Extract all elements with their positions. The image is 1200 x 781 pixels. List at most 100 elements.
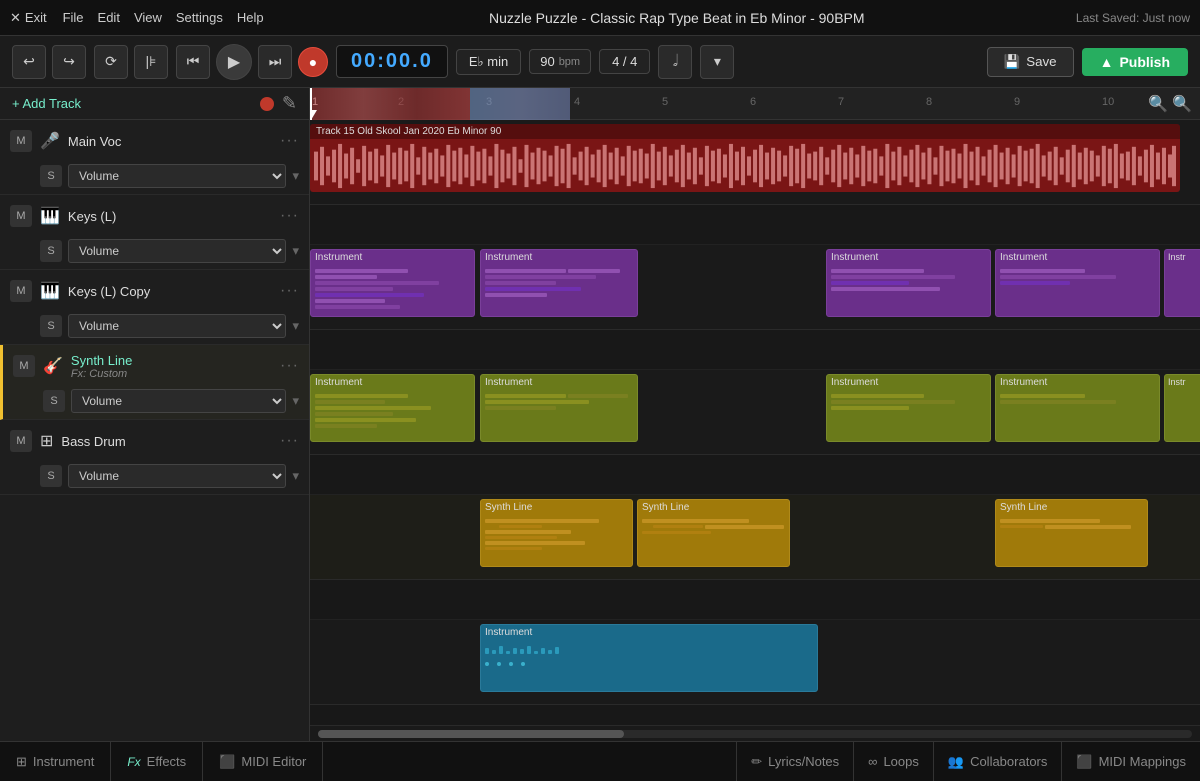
tab-loops[interactable]: ∞ Loops <box>853 742 933 781</box>
undo-redo-group: ↩ ↪ <box>12 45 86 79</box>
track-more-synth-line[interactable]: ··· <box>280 357 299 375</box>
scrollbar-area <box>310 725 1200 741</box>
clip-synth-2[interactable]: Synth Line <box>637 499 790 567</box>
h-scrollbar[interactable] <box>318 730 1192 738</box>
record-button[interactable]: ● <box>298 47 328 77</box>
track-lanes: Track 15 Old Skool Jan 2020 Eb Minor 90 <box>310 120 1200 725</box>
fast-forward-button[interactable]: ⏭ <box>258 45 292 79</box>
clip-keys-copy-5[interactable]: Instr <box>1164 374 1200 442</box>
menu-view[interactable]: View <box>134 10 162 25</box>
undo-button[interactable]: ↩ <box>12 45 46 79</box>
metronome-button[interactable]: |⊧ <box>134 45 168 79</box>
effects-fx-icon: Fx <box>127 755 140 769</box>
redo-button[interactable]: ↪ <box>52 45 86 79</box>
track-header-main-voc: M 🎤 Main Voc ··· <box>0 120 309 162</box>
ruler-mark-5: 5 <box>662 96 668 108</box>
clip-synth-3[interactable]: Synth Line <box>995 499 1148 567</box>
bottom-bar: ⊞ Instrument Fx Effects ⬛ MIDI Editor ✏ … <box>0 741 1200 781</box>
volume-synth-line[interactable]: Volume <box>71 389 286 413</box>
metronome2-button[interactable]: 𝅗𝅥 <box>658 45 692 79</box>
menu-help[interactable]: Help <box>237 10 264 25</box>
lane-synth-line[interactable]: Synth Line Synth Line <box>310 495 1200 580</box>
solo-synth-line[interactable]: S <box>43 390 65 412</box>
volume-keys-l[interactable]: Volume <box>68 239 286 263</box>
edit-mode-button[interactable]: ✎ <box>282 93 297 114</box>
tab-collaborators[interactable]: 👥 Collaborators <box>933 742 1062 781</box>
lane-bass-drum[interactable]: Instrument <box>310 620 1200 705</box>
exit-button[interactable]: ✕ Exit <box>10 10 47 26</box>
mute-synth-line[interactable]: M <box>13 355 35 377</box>
clip-keys-l-4[interactable]: Instrument <box>995 249 1160 317</box>
mute-main-voc[interactable]: M <box>10 130 32 152</box>
clip-keys-l-1[interactable]: Instrument <box>310 249 475 317</box>
add-track-button[interactable]: + Add Track <box>12 96 81 111</box>
solo-main-voc[interactable]: S <box>40 165 62 187</box>
tab-midi-mappings[interactable]: ⬛ MIDI Mappings <box>1061 742 1200 781</box>
track-more-bass-drum[interactable]: ··· <box>280 432 299 450</box>
track-list: M 🎤 Main Voc ··· S Volume ▾ M 🎹 <box>0 120 309 741</box>
key-display[interactable]: E♭ min <box>456 49 521 75</box>
lane-main-voc[interactable]: Track 15 Old Skool Jan 2020 Eb Minor 90 <box>310 120 1200 205</box>
track-more-keys-l-copy[interactable]: ··· <box>280 282 299 300</box>
clip-keys-copy-1[interactable]: Instrument <box>310 374 475 442</box>
menu-edit[interactable]: Edit <box>98 10 120 25</box>
lane-keys-copy-sub <box>310 455 1200 495</box>
time-sig-display[interactable]: 4 / 4 <box>599 49 650 74</box>
clip-keys-copy-4[interactable]: Instrument <box>995 374 1160 442</box>
clip-bass-drum-1[interactable]: Instrument <box>480 624 818 692</box>
lane-synth-sub <box>310 580 1200 620</box>
transport-group: ⏮ ▶ ⏭ ● <box>176 44 328 80</box>
volume-keys-l-copy[interactable]: Volume <box>68 314 286 338</box>
ruler-mark-9: 9 <box>1014 96 1020 108</box>
loop-button[interactable]: ⟳ <box>94 45 128 79</box>
h-scrollbar-thumb[interactable] <box>318 730 624 738</box>
clip-synth-1[interactable]: Synth Line <box>480 499 633 567</box>
timeline-area: 1 2 3 4 5 6 7 8 9 10 🔍 🔍 <box>310 88 1200 741</box>
volume-bass-drum[interactable]: Volume <box>68 464 286 488</box>
publish-button[interactable]: ▲ Publish <box>1082 48 1188 76</box>
clip-keys-l-3[interactable]: Instrument <box>826 249 991 317</box>
track-name-main-voc: Main Voc <box>68 134 272 149</box>
play-button[interactable]: ▶ <box>216 44 252 80</box>
track-more-keys-l[interactable]: ··· <box>280 207 299 225</box>
timeline-ruler: 1 2 3 4 5 6 7 8 9 10 🔍 🔍 <box>310 88 1200 120</box>
rewind-button[interactable]: ⏮ <box>176 45 210 79</box>
track-subrow-keys-l: S Volume ▾ <box>0 237 309 269</box>
bottom-spacer <box>323 742 736 781</box>
waveform-main-voc <box>310 140 1180 192</box>
tab-midi-editor[interactable]: ⬛ MIDI Editor <box>203 742 323 781</box>
dropdown-button[interactable]: ▾ <box>700 45 734 79</box>
tab-lyrics-notes[interactable]: ✏ Lyrics/Notes <box>736 742 853 781</box>
track-panel: + Add Track ✎ M 🎤 Main Voc ··· S Volume <box>0 88 310 741</box>
menu-settings[interactable]: Settings <box>176 10 223 25</box>
mute-keys-l-copy[interactable]: M <box>10 280 32 302</box>
mute-keys-l[interactable]: M <box>10 205 32 227</box>
tracks-content[interactable]: Track 15 Old Skool Jan 2020 Eb Minor 90 <box>310 120 1200 725</box>
volume-main-voc[interactable]: Volume <box>68 164 286 188</box>
zoom-in-button[interactable]: 🔍 <box>1172 94 1192 114</box>
track-row-keys-l: M 🎹 Keys (L) ··· S Volume ▾ <box>0 195 309 270</box>
ruler-container: 1 2 3 4 5 6 7 8 9 10 <box>310 88 1140 120</box>
tab-effects[interactable]: Fx Effects <box>111 742 203 781</box>
solo-keys-l-copy[interactable]: S <box>40 315 62 337</box>
bpm-display[interactable]: 90 bpm <box>529 49 591 74</box>
menu-file[interactable]: File <box>63 10 84 25</box>
lane-keys-l-copy[interactable]: Instrument Instrument <box>310 370 1200 455</box>
clip-main-voc-1[interactable]: Track 15 Old Skool Jan 2020 Eb Minor 90 <box>310 124 1180 192</box>
track-more-main-voc[interactable]: ··· <box>280 132 299 150</box>
tab-instrument[interactable]: ⊞ Instrument <box>0 742 111 781</box>
solo-bass-drum[interactable]: S <box>40 465 62 487</box>
lane-keys-l[interactable]: Instrument Instrument <box>310 245 1200 330</box>
zoom-out-button[interactable]: 🔍 <box>1148 94 1168 114</box>
track-fx-synth-line: Fx: Custom <box>71 368 272 380</box>
clip-keys-copy-3[interactable]: Instrument <box>826 374 991 442</box>
record-indicator <box>260 97 274 111</box>
collaborators-label: Collaborators <box>970 754 1047 769</box>
track-name-keys-l: Keys (L) <box>68 209 272 224</box>
solo-keys-l[interactable]: S <box>40 240 62 262</box>
clip-keys-l-5[interactable]: Instr <box>1164 249 1200 317</box>
clip-keys-l-2[interactable]: Instrument <box>480 249 638 317</box>
clip-keys-copy-2[interactable]: Instrument <box>480 374 638 442</box>
save-button[interactable]: 💾 Save <box>987 47 1074 77</box>
mute-bass-drum[interactable]: M <box>10 430 32 452</box>
